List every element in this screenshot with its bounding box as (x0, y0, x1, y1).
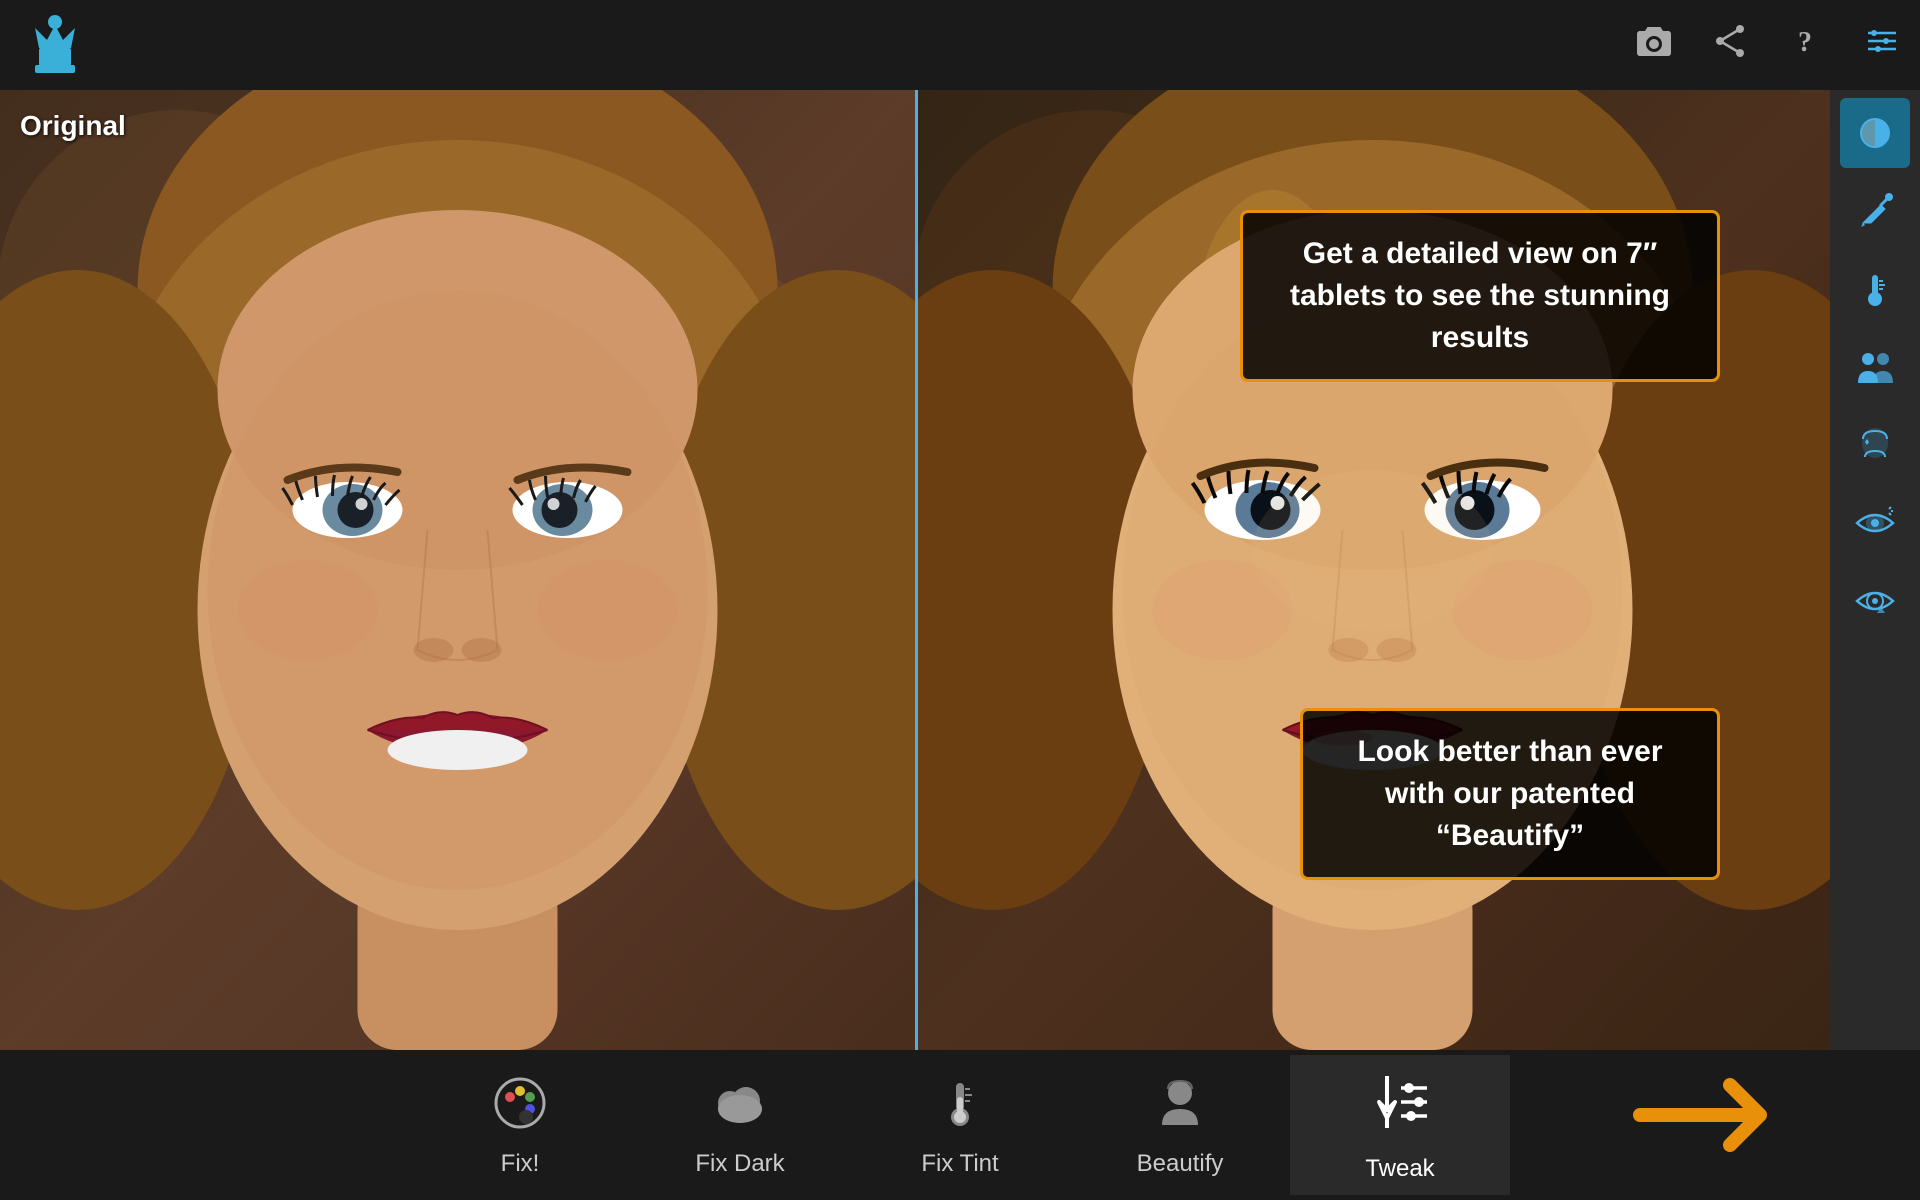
split-divider (915, 90, 918, 1050)
topbar-right: ? (1636, 23, 1900, 67)
fix-dark-label: Fix Dark (695, 1150, 784, 1178)
sidebar-item-color[interactable] (1840, 98, 1910, 168)
tool-fix-dark[interactable]: Fix Dark (630, 1055, 850, 1195)
svg-text:?: ? (1798, 27, 1812, 58)
sidebar-item-group[interactable] (1840, 332, 1910, 402)
beautify-label: Beautify (1137, 1150, 1224, 1178)
fix-label: Fix! (501, 1150, 540, 1178)
photo-canvas: Original Get a detailed view on 7″ table… (0, 90, 1830, 1050)
tooltip-top: Get a detailed view on 7″ tablets to see… (1240, 210, 1720, 382)
help-button[interactable]: ? (1788, 23, 1824, 67)
tool-tweak[interactable]: Tweak (1290, 1055, 1510, 1195)
tweak-icon (1365, 1068, 1435, 1147)
camera-button[interactable] (1636, 23, 1672, 67)
tool-beautify[interactable]: Beautify (1070, 1055, 1290, 1195)
fix-dark-icon (710, 1073, 770, 1142)
sidebar (1830, 90, 1920, 1050)
sidebar-item-eye-enhance[interactable] (1840, 488, 1910, 558)
sidebar-item-eye-detail[interactable] (1840, 566, 1910, 636)
original-label: Original (20, 110, 126, 142)
sidebar-item-dropper[interactable] (1840, 176, 1910, 246)
sidebar-item-face[interactable] (1840, 410, 1910, 480)
tool-fix[interactable]: Fix! (410, 1055, 630, 1195)
share-button[interactable] (1712, 23, 1748, 67)
topbar: ? (0, 0, 1920, 90)
fix-tint-icon (930, 1073, 990, 1142)
arrow-hint (1620, 1065, 1800, 1170)
tweak-label: Tweak (1365, 1155, 1434, 1183)
tooltip-bottom-text: Look better than ever with our patented … (1331, 731, 1689, 857)
bottom-toolbar: Fix! Fix Dark (0, 1050, 1920, 1200)
photo-left-half (0, 90, 915, 1050)
sidebar-item-temperature[interactable] (1840, 254, 1910, 324)
topbar-left (20, 10, 90, 80)
tooltip-bottom: Look better than ever with our patented … (1300, 708, 1720, 880)
tooltip-top-text: Get a detailed view on 7″ tablets to see… (1271, 233, 1689, 359)
main-image-area: Original Get a detailed view on 7″ table… (0, 90, 1830, 1050)
beautify-icon (1150, 1073, 1210, 1142)
tool-fix-tint[interactable]: Fix Tint (850, 1055, 1070, 1195)
fix-tint-label: Fix Tint (921, 1150, 998, 1178)
fix-icon (490, 1073, 550, 1142)
app-logo-icon (20, 10, 90, 80)
settings-button[interactable] (1864, 23, 1900, 67)
